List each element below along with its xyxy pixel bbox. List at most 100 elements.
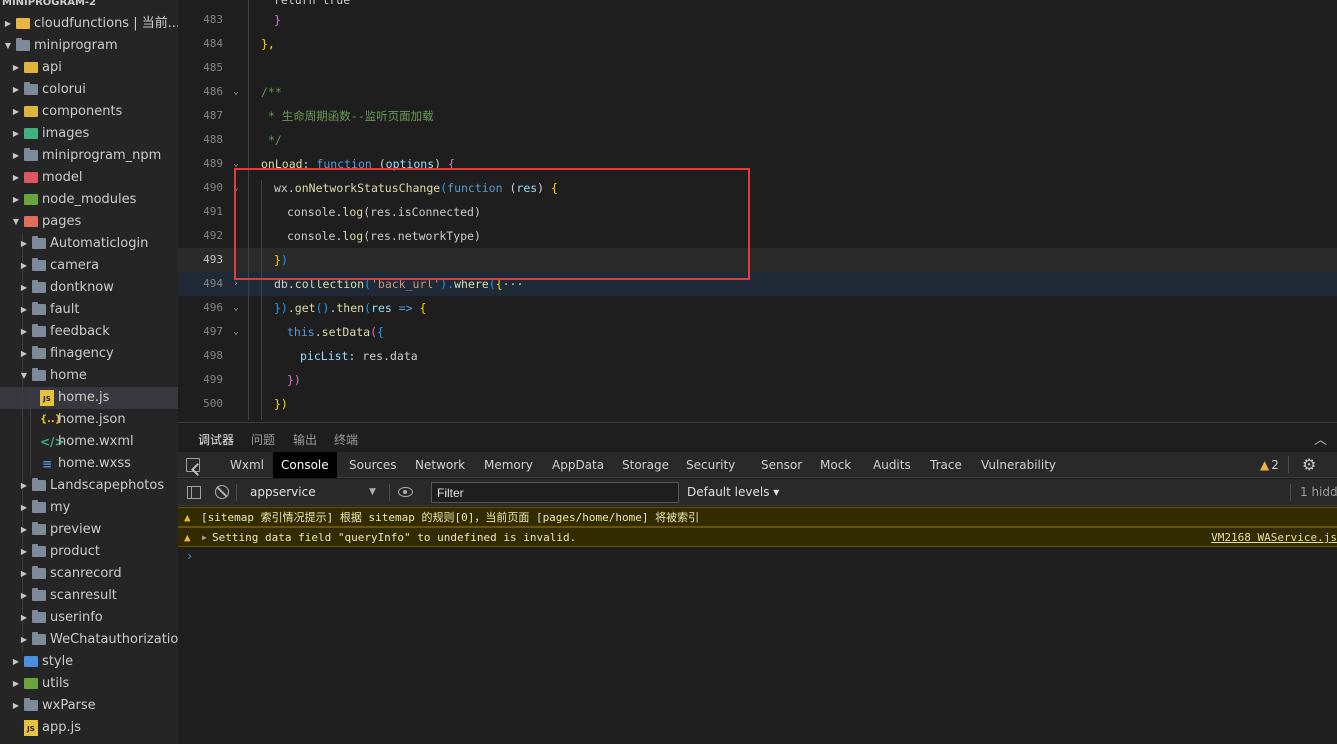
tree-item[interactable]: ▶ api bbox=[0, 57, 178, 79]
tree-item[interactable]: ▶ scanresult bbox=[0, 585, 178, 607]
tree-item[interactable]: ▼ miniprogram bbox=[0, 35, 178, 57]
devtools-tab-memory[interactable]: Memory bbox=[476, 452, 541, 478]
tab-output[interactable]: 输出 bbox=[293, 431, 317, 448]
filter-input[interactable] bbox=[431, 482, 679, 503]
devtools-tab-mock[interactable]: Mock bbox=[812, 452, 859, 478]
tree-item[interactable]: ▶ node_modules bbox=[0, 189, 178, 211]
tree-item[interactable]: ▶ finagency bbox=[0, 343, 178, 365]
chevron-right-icon[interactable]: ▶ bbox=[11, 167, 21, 189]
tree-item[interactable]: JS home.js bbox=[0, 387, 178, 409]
devtools-tab-console[interactable]: Console bbox=[273, 452, 337, 478]
tree-item[interactable]: ▶ wxParse bbox=[0, 695, 178, 717]
chevron-right-icon[interactable]: ▶ bbox=[19, 607, 29, 629]
expand-triangle-icon[interactable]: ▶ bbox=[202, 528, 207, 546]
tree-item[interactable]: ▼ home bbox=[0, 365, 178, 387]
chevron-up-icon[interactable]: ︿ bbox=[1314, 429, 1327, 448]
tree-item[interactable]: JS app.js bbox=[0, 717, 178, 739]
chevron-right-icon[interactable]: ▶ bbox=[19, 563, 29, 585]
tree-item[interactable]: ▶ scanrecord bbox=[0, 563, 178, 585]
tree-item[interactable]: ▶ product bbox=[0, 541, 178, 563]
tree-item[interactable]: ▶ components bbox=[0, 101, 178, 123]
tab-problems[interactable]: 问题 bbox=[251, 431, 275, 448]
tree-item[interactable]: ▶ fault bbox=[0, 299, 178, 321]
tree-item[interactable]: ▶ Automaticlogin bbox=[0, 233, 178, 255]
console-prompt[interactable]: › bbox=[186, 549, 193, 563]
chevron-down-icon[interactable]: ▼ bbox=[19, 365, 29, 387]
chevron-right-icon[interactable]: ▶ bbox=[19, 343, 29, 365]
devtools-tab-appdata[interactable]: AppData bbox=[544, 452, 612, 478]
chevron-right-icon[interactable]: ▶ bbox=[3, 13, 13, 35]
chevron-right-icon[interactable]: ▶ bbox=[19, 475, 29, 497]
clear-console-icon[interactable] bbox=[215, 485, 229, 499]
tree-item[interactable]: ▶ images bbox=[0, 123, 178, 145]
tree-item[interactable]: ▼ pages bbox=[0, 211, 178, 233]
chevron-right-icon[interactable]: ▶ bbox=[11, 101, 21, 123]
tree-item[interactable]: ▶ Landscapephotos bbox=[0, 475, 178, 497]
devtools-tab-audits[interactable]: Audits bbox=[865, 452, 919, 478]
eye-icon[interactable] bbox=[398, 487, 413, 497]
chevron-right-icon[interactable]: ▶ bbox=[19, 321, 29, 343]
tab-terminal[interactable]: 终端 bbox=[334, 431, 358, 448]
devtools-tab-storage[interactable]: Storage bbox=[614, 452, 677, 478]
chevron-right-icon[interactable]: ▶ bbox=[19, 629, 29, 651]
inspect-element-icon[interactable] bbox=[186, 458, 200, 472]
chevron-right-icon[interactable]: ▶ bbox=[19, 255, 29, 277]
devtools-tab-wxml[interactable]: Wxml bbox=[222, 452, 272, 478]
context-select[interactable]: appservice bbox=[242, 482, 382, 503]
tree-item[interactable]: ▶ WeChatauthorization bbox=[0, 629, 178, 651]
warning-counter[interactable]: ▲ 2 bbox=[1260, 452, 1279, 478]
chevron-right-icon[interactable]: ▶ bbox=[19, 233, 29, 255]
tree-item[interactable]: ▶ utils bbox=[0, 673, 178, 695]
chevron-right-icon[interactable]: ▶ bbox=[11, 123, 21, 145]
tree-item[interactable]: ▶ userinfo bbox=[0, 607, 178, 629]
chevron-right-icon[interactable]: ▶ bbox=[11, 57, 21, 79]
devtools-tab-trace[interactable]: Trace bbox=[922, 452, 970, 478]
chevron-right-icon[interactable]: ▶ bbox=[19, 585, 29, 607]
tree-item[interactable]: ▶ miniprogram_npm bbox=[0, 145, 178, 167]
tree-item[interactable]: ▶ model bbox=[0, 167, 178, 189]
tree-item[interactable]: ▶ camera bbox=[0, 255, 178, 277]
fold-chevron-down-icon[interactable]: ⌄ bbox=[230, 320, 242, 344]
sidebar-toggle-icon[interactable] bbox=[187, 486, 201, 499]
chevron-right-icon[interactable]: ▶ bbox=[11, 673, 21, 695]
devtools-tab-sources[interactable]: Sources bbox=[341, 452, 404, 478]
devtools-tab-sensor[interactable]: Sensor bbox=[753, 452, 810, 478]
chevron-down-icon[interactable]: ▼ bbox=[11, 211, 21, 233]
chevron-right-icon[interactable]: ▶ bbox=[19, 519, 29, 541]
tree-item[interactable]: {..} home.json bbox=[0, 409, 178, 431]
console-message[interactable]: ▲ ▶ Setting data field "queryInfo" to un… bbox=[178, 527, 1337, 547]
fold-chevron-down-icon[interactable]: ⌄ bbox=[230, 152, 242, 176]
chevron-right-icon[interactable]: ▶ bbox=[19, 541, 29, 563]
chevron-right-icon[interactable]: ▶ bbox=[11, 145, 21, 167]
tree-item[interactable]: ▶ cloudfunctions | 当前... bbox=[0, 13, 178, 35]
chevron-right-icon[interactable]: ▶ bbox=[11, 651, 21, 673]
console-message-source-link[interactable]: VM2168 WAService.js bbox=[1211, 528, 1337, 546]
devtools-tab-security[interactable]: Security bbox=[678, 452, 743, 478]
chevron-right-icon[interactable]: ▶ bbox=[11, 79, 21, 101]
fold-chevron-right-icon[interactable]: › bbox=[230, 272, 242, 296]
devtools-tab-vulnerability[interactable]: Vulnerability bbox=[973, 452, 1064, 478]
log-levels-select[interactable]: Default levels ▾ bbox=[687, 482, 779, 503]
gear-icon[interactable]: ⚙ bbox=[1302, 455, 1316, 474]
fold-chevron-down-icon[interactable]: ⌄ bbox=[230, 176, 242, 200]
chevron-down-icon[interactable]: ▼ bbox=[3, 35, 13, 57]
fold-chevron-down-icon[interactable]: ⌄ bbox=[230, 80, 242, 104]
tree-item[interactable]: ≡ home.wxss bbox=[0, 453, 178, 475]
tree-item[interactable]: ▶ dontknow bbox=[0, 277, 178, 299]
code-editor[interactable]: return true 483} 484}, 485 486 ⌄/** 487 * 生命周… bbox=[178, 0, 1337, 422]
tree-item[interactable]: ▶ colorui bbox=[0, 79, 178, 101]
tree-item[interactable]: ▶ style bbox=[0, 651, 178, 673]
tab-debugger[interactable]: 调试器 bbox=[198, 431, 235, 454]
chevron-right-icon[interactable]: ▶ bbox=[11, 695, 21, 717]
chevron-right-icon[interactable]: ▶ bbox=[19, 277, 29, 299]
tree-item[interactable]: ▶ my bbox=[0, 497, 178, 519]
devtools-tab-network[interactable]: Network bbox=[407, 452, 473, 478]
console-output[interactable]: ▲ [sitemap 索引情况提示] 根据 sitemap 的规则[0]，当前页… bbox=[178, 507, 1337, 744]
chevron-right-icon[interactable]: ▶ bbox=[11, 189, 21, 211]
tree-item[interactable]: ▶ feedback bbox=[0, 321, 178, 343]
fold-chevron-down-icon[interactable]: ⌄ bbox=[230, 296, 242, 320]
chevron-right-icon[interactable]: ▶ bbox=[19, 497, 29, 519]
tree-item[interactable]: ▶ preview bbox=[0, 519, 178, 541]
tree-item[interactable]: </> home.wxml bbox=[0, 431, 178, 453]
chevron-right-icon[interactable]: ▶ bbox=[19, 299, 29, 321]
